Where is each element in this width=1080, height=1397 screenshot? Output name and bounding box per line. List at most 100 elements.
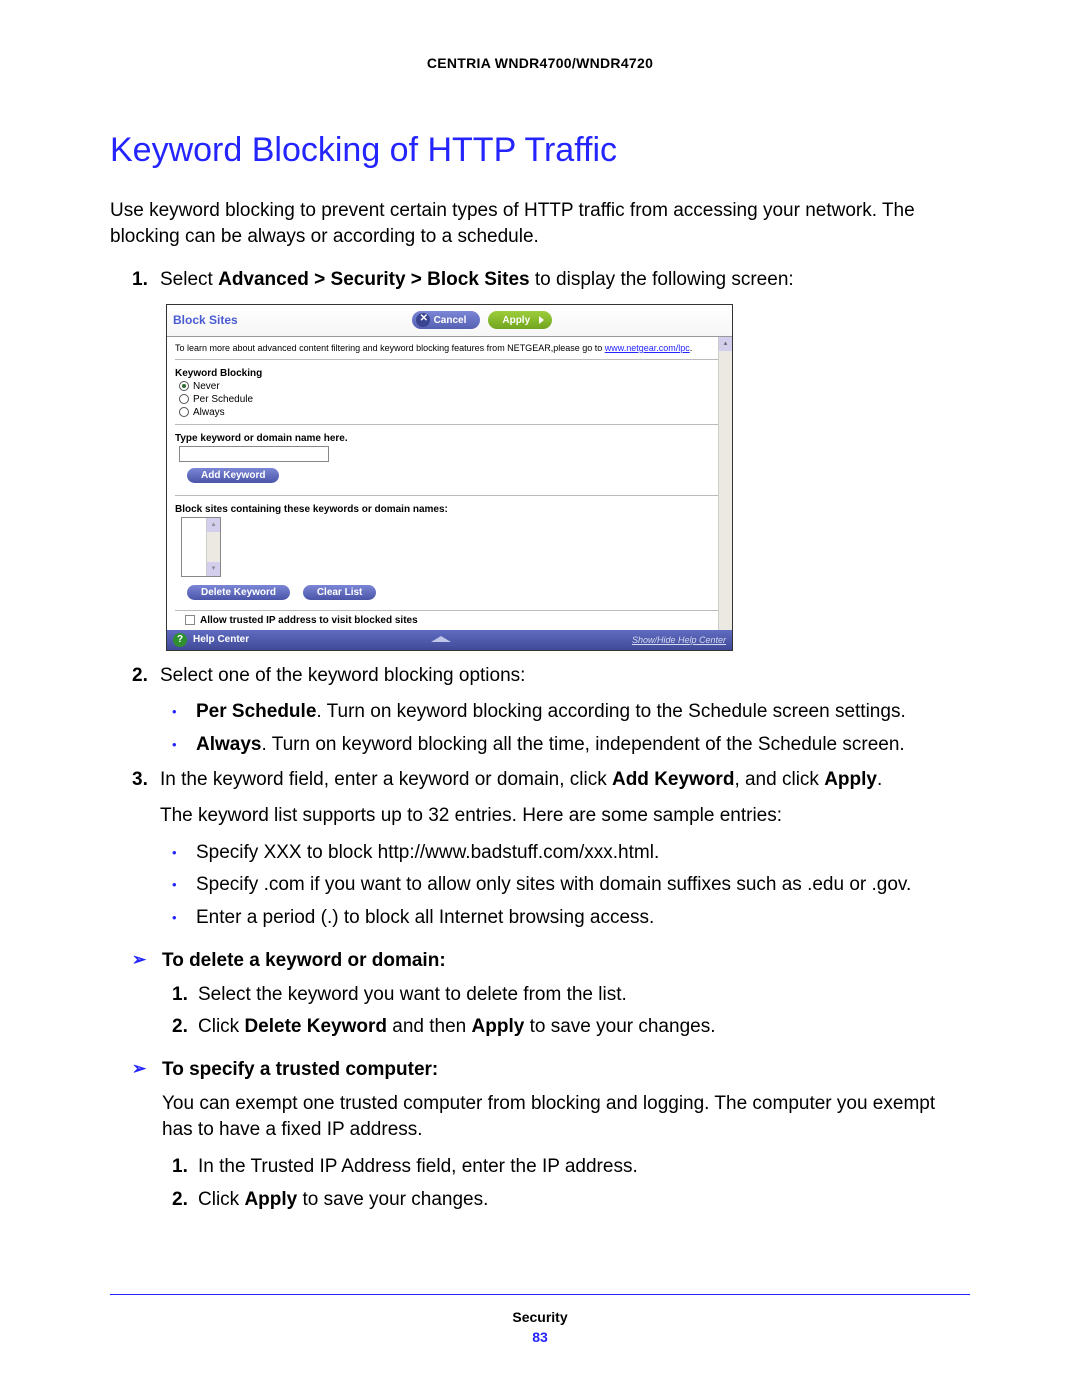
step3-subpara: The keyword list supports up to 32 entri… xyxy=(160,803,970,830)
trust-s2-post: to save your changes. xyxy=(297,1189,488,1210)
step2-text: Select one of the keyword blocking optio… xyxy=(160,663,970,690)
scroll-down-icon[interactable]: ▾ xyxy=(207,562,220,576)
step-number: 2. xyxy=(172,1187,198,1214)
show-hide-help-link[interactable]: Show/Hide Help Center xyxy=(632,635,726,645)
to-trusted-heading: ➢ To specify a trusted computer: xyxy=(132,1059,970,1081)
bullet-icon: • xyxy=(172,872,196,899)
help-center-bar[interactable]: ? Help Center Show/Hide Help Center xyxy=(167,630,732,650)
bullet-icon: • xyxy=(172,732,196,759)
del-s2-b1: Delete Keyword xyxy=(244,1016,387,1037)
radio-never-label: Never xyxy=(193,381,220,392)
block-sites-screenshot: Block Sites ✕ Cancel Apply ▴ To learn mo… xyxy=(166,304,733,651)
bullet-bold: Per Schedule xyxy=(196,701,316,722)
to-delete-title: To delete a keyword or domain: xyxy=(162,950,446,972)
step-2: 2. Select one of the keyword blocking op… xyxy=(132,663,970,690)
bullet-icon: • xyxy=(172,905,196,932)
step3-mid: , and click xyxy=(734,769,824,790)
step-1: 1. Select Advanced > Security > Block Si… xyxy=(132,267,970,294)
step1-path: Advanced > Security > Block Sites xyxy=(218,269,530,290)
radio-icon xyxy=(179,381,189,391)
step-number: 1. xyxy=(172,1154,198,1181)
expand-up-icon[interactable] xyxy=(431,636,451,642)
cancel-label: Cancel xyxy=(434,315,467,326)
trust-s1-text: In the Trusted IP Address field, enter t… xyxy=(198,1154,638,1181)
step-number: 1. xyxy=(172,982,198,1009)
listbox-scrollbar[interactable]: ▴ ▾ xyxy=(206,518,220,576)
step1-post: to display the following screen: xyxy=(530,269,794,290)
add-keyword-button[interactable]: Add Keyword xyxy=(187,468,279,483)
step-number: 3. xyxy=(132,767,160,794)
page-title: Keyword Blocking of HTTP Traffic xyxy=(110,131,970,170)
bullet-icon: • xyxy=(172,699,196,726)
radio-always-label: Always xyxy=(193,407,225,418)
radio-never[interactable]: Never xyxy=(179,381,724,392)
footer-section: Security xyxy=(110,1309,970,1325)
info-post: . xyxy=(690,343,693,353)
scroll-up-icon[interactable]: ▴ xyxy=(719,337,732,351)
cancel-button[interactable]: ✕ Cancel xyxy=(412,311,481,329)
trust-s2-b1: Apply xyxy=(244,1189,297,1210)
block-list-label: Block sites containing these keywords or… xyxy=(175,504,724,515)
page-footer: Security 83 xyxy=(110,1294,970,1345)
trusted-intro: You can exempt one trusted computer from… xyxy=(162,1091,970,1144)
arrow-icon: ➢ xyxy=(132,950,162,972)
radio-icon xyxy=(179,407,189,417)
step3-pre: In the keyword field, enter a keyword or… xyxy=(160,769,612,790)
help-center-label: Help Center xyxy=(193,634,249,645)
radio-always[interactable]: Always xyxy=(179,407,724,418)
document-header: CENTRIA WNDR4700/WNDR4720 xyxy=(110,55,970,71)
step-3: 3. In the keyword field, enter a keyword… xyxy=(132,767,970,794)
bullet-com: •Specify .com if you want to allow only … xyxy=(172,872,970,899)
to-trusted-title: To specify a trusted computer: xyxy=(162,1059,438,1081)
bullet-bold: Always xyxy=(196,734,261,755)
delete-keyword-button[interactable]: Delete Keyword xyxy=(187,585,290,600)
bullet-period: •Enter a period (.) to block all Interne… xyxy=(172,905,970,932)
bullet-text: Enter a period (.) to block all Internet… xyxy=(196,905,654,932)
scrollbar[interactable]: ▴ xyxy=(718,337,732,630)
step-number: 1. xyxy=(132,267,160,294)
del-s2-mid: and then xyxy=(387,1016,472,1037)
clear-list-button[interactable]: Clear List xyxy=(303,585,377,600)
close-icon: ✕ xyxy=(420,313,428,324)
trust-step-2: 2. Click Apply to save your changes. xyxy=(172,1187,970,1214)
info-text: To learn more about advanced content fil… xyxy=(175,343,724,360)
bullet-per-schedule: • Per Schedule. Turn on keyword blocking… xyxy=(172,699,970,726)
help-icon: ? xyxy=(173,633,187,647)
scroll-up-icon[interactable]: ▴ xyxy=(207,518,220,532)
allow-trusted-label: Allow trusted IP address to visit blocke… xyxy=(200,615,418,626)
keyword-listbox[interactable]: ▴ ▾ xyxy=(181,517,221,577)
allow-trusted-checkbox-row[interactable]: Allow trusted IP address to visit blocke… xyxy=(175,610,724,630)
radio-per-schedule[interactable]: Per Schedule xyxy=(179,394,724,405)
netgear-link[interactable]: www.netgear.com/lpc xyxy=(605,343,690,353)
del-s2-pre: Click xyxy=(198,1016,244,1037)
footer-page-number: 83 xyxy=(110,1329,970,1345)
bullet-icon: • xyxy=(172,840,196,867)
bullet-always: • Always. Turn on keyword blocking all t… xyxy=(172,732,970,759)
screenshot-title: Block Sites xyxy=(173,313,238,327)
keyword-blocking-label: Keyword Blocking xyxy=(175,368,724,379)
del-step-2: 2. Click Delete Keyword and then Apply t… xyxy=(172,1014,970,1041)
bullet-text: Specify .com if you want to allow only s… xyxy=(196,872,911,899)
keyword-input[interactable] xyxy=(179,446,329,462)
step3-b2: Apply xyxy=(824,769,877,790)
apply-label: Apply xyxy=(502,315,530,326)
step3-b1: Add Keyword xyxy=(612,769,734,790)
trust-step-1: 1. In the Trusted IP Address field, ente… xyxy=(172,1154,970,1181)
apply-button[interactable]: Apply xyxy=(488,311,552,329)
radio-per-schedule-label: Per Schedule xyxy=(193,394,253,405)
bullet-rest: . Turn on keyword blocking according to … xyxy=(316,701,905,722)
step1-pre: Select xyxy=(160,269,218,290)
del-step1-text: Select the keyword you want to delete fr… xyxy=(198,982,627,1009)
del-s2-post: to save your changes. xyxy=(524,1016,715,1037)
checkbox-icon xyxy=(185,615,195,625)
del-s2-b2: Apply xyxy=(472,1016,525,1037)
info-pre: To learn more about advanced content fil… xyxy=(175,343,605,353)
del-step-1: 1. Select the keyword you want to delete… xyxy=(172,982,970,1009)
bullet-xxx: •Specify XXX to block http://www.badstuf… xyxy=(172,840,970,867)
step-number: 2. xyxy=(172,1014,198,1041)
to-delete-heading: ➢ To delete a keyword or domain: xyxy=(132,950,970,972)
radio-icon xyxy=(179,394,189,404)
screenshot-titlebar: Block Sites ✕ Cancel Apply xyxy=(167,305,732,337)
trust-s2-pre: Click xyxy=(198,1189,244,1210)
arrow-icon: ➢ xyxy=(132,1059,162,1081)
